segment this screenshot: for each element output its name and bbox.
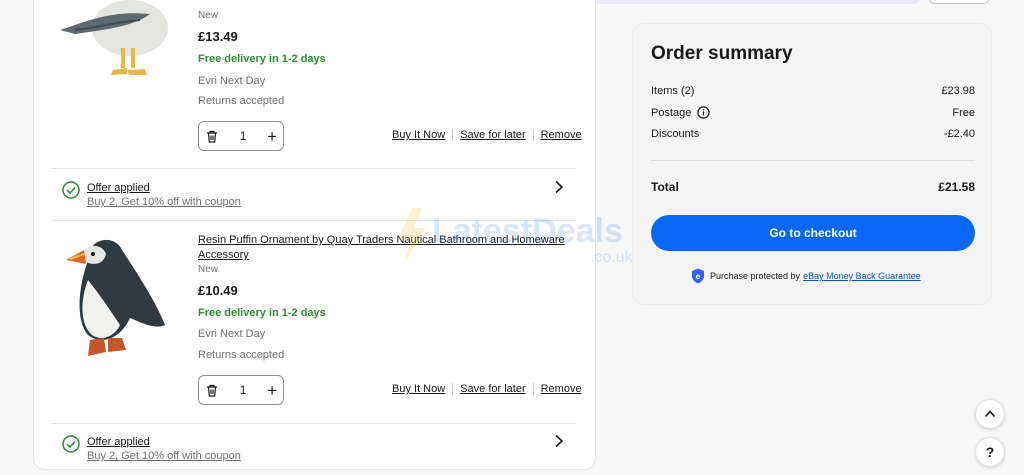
item-2-save-for-later-link[interactable]: Save for later [460,383,525,395]
item-2-price: £10.49 [198,283,238,298]
svg-text:LatestDeals: LatestDeals [432,212,623,250]
question-mark-icon: ? [985,444,995,460]
item-1-quantity-stepper[interactable]: 1 + [198,121,284,151]
item-2-carrier: Evri Next Day [198,328,266,340]
latestdeals-watermark-logo: LatestDeals .co.uk [398,208,634,266]
protect-text: Purchase protected by [710,271,801,281]
item-2-offer-title: Offer applied [87,436,150,448]
item-2-quantity-stepper[interactable]: 1 + [198,375,284,405]
scroll-to-top-button[interactable] [975,399,1005,429]
order-summary-heading: Order summary [651,43,793,64]
divider [52,168,576,169]
item-1-offer[interactable]: Offer applied Buy 2, Get 10% off with co… [62,181,241,209]
seagull-product-image[interactable] [55,0,170,80]
order-summary-panel: Order summary Items (2) £23.98 Postage F… [632,23,992,305]
separator [452,129,454,141]
item-1-actions: Buy It Now Save for later Remove [392,129,582,141]
item-2-actions: Buy It Now Save for later Remove [392,383,582,395]
summary-discounts-row: Discounts -£2.40 [651,128,975,140]
help-button[interactable]: ? [975,437,1005,467]
chevron-right-icon[interactable] [552,434,566,448]
item-2-condition: New [198,264,219,275]
ebay-shield-icon: e [692,268,704,284]
item-1-offer-title: Offer applied [87,182,150,194]
item-2-quantity-value: 1 [239,383,247,397]
item-1-buy-it-now-link[interactable]: Buy It Now [392,129,445,141]
trash-icon[interactable] [205,129,219,143]
summary-postage-label: Postage [651,106,692,119]
separator [452,383,454,395]
item-2-delivery: Free delivery in 1-2 days [198,307,326,319]
purchase-protection: e Purchase protected by eBay Money Back … [691,268,921,284]
money-back-guarantee-link[interactable]: eBay Money Back Guarantee [803,271,921,281]
info-icon[interactable] [697,106,711,119]
summary-items-value: £23.98 [941,85,975,97]
summary-items-row: Items (2) £23.98 [651,85,975,97]
check-circle-icon [62,181,80,199]
item-2-offer[interactable]: Offer applied Buy 2, Get 10% off with co… [62,435,241,463]
separator [532,383,534,395]
summary-total-label: Total [651,180,679,194]
item-1-price: £13.49 [198,29,238,44]
summary-discounts-label: Discounts [651,128,700,140]
trash-icon[interactable] [205,383,219,397]
puffin-product-image[interactable] [60,230,170,365]
summary-discounts-value: -£2.40 [943,128,975,140]
go-to-checkout-button[interactable]: Go to checkout [651,215,975,251]
summary-divider [651,160,975,161]
search-button[interactable] [928,0,990,4]
svg-text:.co.uk: .co.uk [590,249,634,266]
item-1-quantity-value: 1 [239,129,247,143]
item-1-returns: Returns accepted [198,95,285,107]
separator [532,129,534,141]
item-2-returns: Returns accepted [198,349,285,361]
item-2-buy-it-now-link[interactable]: Buy It Now [392,383,445,395]
plus-icon[interactable]: + [267,128,277,145]
summary-total-row: Total £21.58 [651,180,975,194]
item-1-delivery: Free delivery in 1-2 days [198,53,326,65]
item-1-save-for-later-link[interactable]: Save for later [460,129,525,141]
chevron-up-icon [984,410,996,418]
item-1-remove-link[interactable]: Remove [541,129,582,141]
svg-text:e: e [696,272,701,281]
item-2-remove-link[interactable]: Remove [541,383,582,395]
summary-postage-value: Free [952,106,975,119]
plus-icon[interactable]: + [267,382,277,399]
item-1-condition: New [198,10,219,21]
summary-total-value: £21.58 [938,180,975,194]
item-1-carrier: Evri Next Day [198,75,266,87]
summary-items-label: Items (2) [651,85,695,97]
item-2-offer-detail: Buy 2, Get 10% off with coupon [87,450,241,462]
divider [52,423,576,424]
summary-postage-row: Postage Free [651,106,975,119]
check-circle-icon [62,435,80,453]
item-1-offer-detail: Buy 2, Get 10% off with coupon [87,196,241,208]
chevron-right-icon[interactable] [552,180,566,194]
